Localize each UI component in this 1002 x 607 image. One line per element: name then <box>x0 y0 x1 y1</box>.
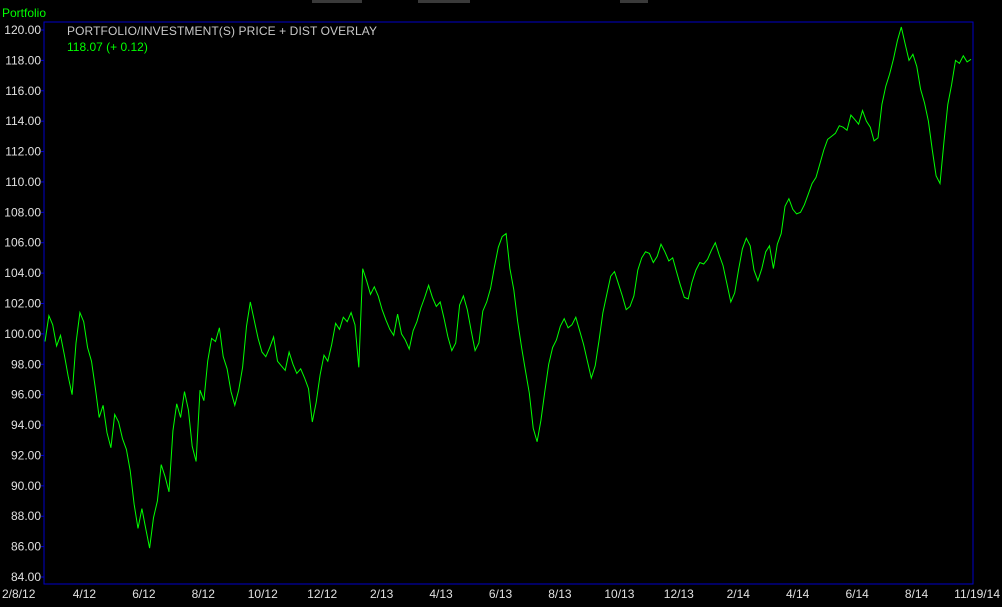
x-tick-label: 12/13 <box>664 587 694 601</box>
x-tick-label: 6/13 <box>489 587 513 601</box>
x-tick-label: 6/12 <box>132 587 156 601</box>
plot-frame <box>43 21 974 585</box>
y-tick-label: 86.00 <box>11 540 41 554</box>
y-tick-label: 104.00 <box>4 266 41 280</box>
x-tick-label: 10/12 <box>248 587 278 601</box>
x-tick-label: 2/13 <box>370 587 394 601</box>
x-tick-label: 4/12 <box>73 587 97 601</box>
y-tick-label: 118.00 <box>5 53 41 67</box>
y-tick-label: 120.00 <box>4 23 41 37</box>
y-tick-label: 92.00 <box>11 448 41 462</box>
y-tick-label: 108.00 <box>4 205 41 219</box>
x-tick-label: 8/14 <box>905 587 929 601</box>
x-tick-label: 12/12 <box>307 587 337 601</box>
y-tick-label: 106.00 <box>4 236 41 250</box>
y-tick-label: 84.00 <box>11 570 41 584</box>
x-tick-label: 10/13 <box>604 587 634 601</box>
y-axis: 84.00 86.00 88.00 90.00 92.00 94.00 96.00 98.00… <box>4 23 44 584</box>
y-tick-label: 98.00 <box>11 357 41 371</box>
y-tick-label: 100.00 <box>4 327 41 341</box>
x-tick-label: 8/12 <box>192 587 216 601</box>
x-tick-label: 2/8/12 <box>2 587 36 601</box>
overlay-title: PORTFOLIO/INVESTMENT(S) PRICE + DIST OVE… <box>67 24 378 38</box>
x-tick-label: 11/19/14 <box>954 587 1000 601</box>
y-tick-label: 112.00 <box>5 145 41 159</box>
y-tick-label: 90.00 <box>11 479 41 493</box>
y-tick-label: 88.00 <box>11 509 41 523</box>
x-tick-label: 8/13 <box>548 587 572 601</box>
x-tick-label: 4/13 <box>429 587 453 601</box>
y-tick-label: 102.00 <box>4 297 41 311</box>
y-tick-label: 94.00 <box>11 418 41 432</box>
price-line <box>44 26 972 549</box>
y-tick-label: 116.00 <box>5 84 41 98</box>
x-tick-label: 6/14 <box>845 587 869 601</box>
price-chart: 84.00 86.00 88.00 90.00 92.00 94.00 96.00 98.00… <box>2 21 1000 601</box>
y-tick-label: 110.00 <box>5 175 41 189</box>
panel-label: Portfolio <box>2 6 47 20</box>
x-tick-label: 2/14 <box>727 587 751 601</box>
last-value: 118.07 (+ 0.12) <box>67 40 148 54</box>
x-axis: 2/8/12 4/12 6/12 8/12 10/12 12/12 2/13 4/13 6/13… <box>2 587 1000 601</box>
y-tick-label: 96.00 <box>11 388 41 402</box>
x-tick-label: 4/14 <box>786 587 810 601</box>
y-tick-label: 114.00 <box>5 114 41 128</box>
